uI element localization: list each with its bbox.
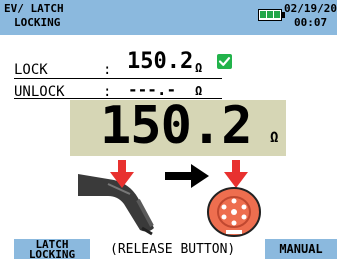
lock-colon: : [103,62,112,78]
lock-underline [14,78,222,79]
black-right-arrow-icon [165,164,209,188]
red-down-arrow-icon [224,160,248,188]
battery-full-icon [258,9,282,21]
check-icon [217,54,232,69]
manual-button[interactable]: MANUAL [265,239,337,259]
latch-button-line2: LOCKING [28,248,76,261]
main-display-unit: Ω [270,130,279,146]
main-display-value: 150.2 [100,96,253,156]
mode-subtitle: LOCKING [14,16,61,29]
release-instruction: (RELEASE BUTTON) [110,242,236,257]
date-readout: 02/19/202 [284,2,337,15]
lock-label: LOCK [14,62,48,78]
lock-unit: Ω [195,61,203,75]
lock-value: 150.2 [127,49,194,74]
red-down-arrow-icon [110,160,134,188]
time-readout: 00:07 [294,16,328,29]
charging-socket-icon [207,187,261,237]
latch-locking-button[interactable]: LATCH LOCKING [14,239,90,261]
mode-title: EV/ LATCH [4,2,64,15]
status-header: EV/ LATCH LOCKING 02/19/202 00:07 [0,0,337,35]
